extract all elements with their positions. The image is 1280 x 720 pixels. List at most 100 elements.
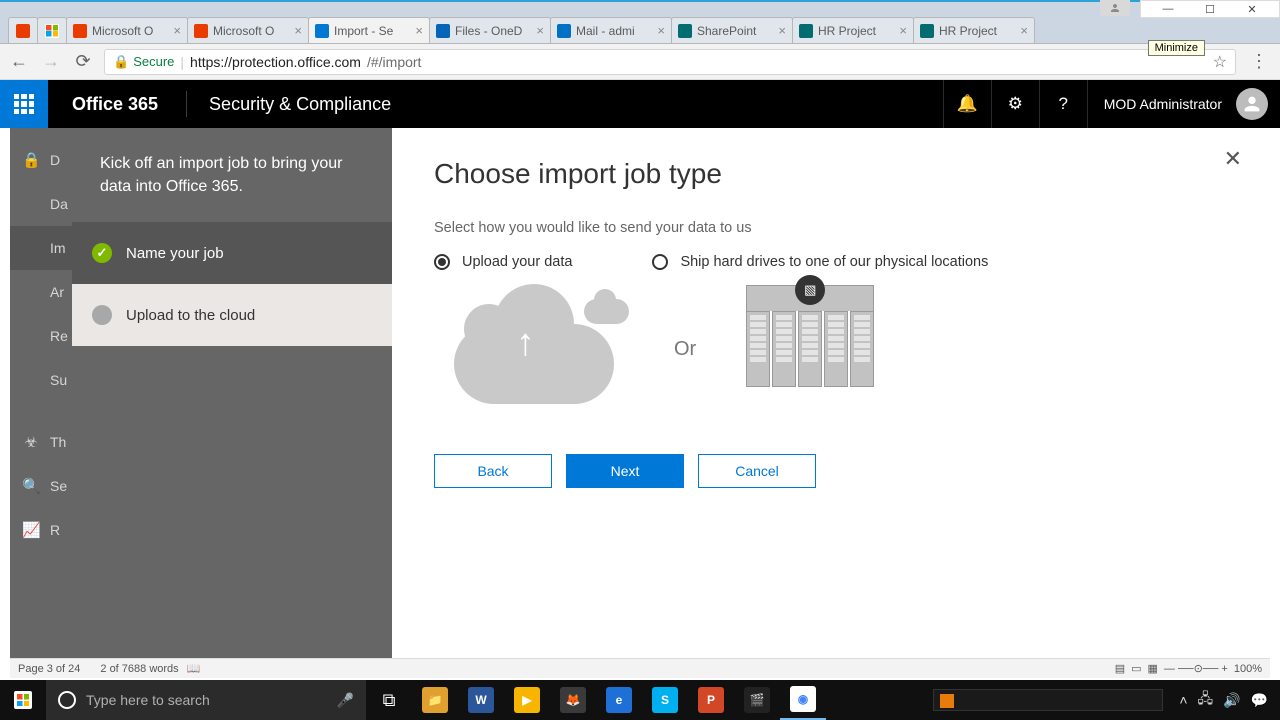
radio-upload[interactable]: Upload your data bbox=[434, 254, 572, 270]
word-count: 2 of 7688 words bbox=[100, 663, 178, 675]
browser-tab[interactable] bbox=[37, 17, 67, 43]
back-button[interactable]: ← bbox=[8, 51, 30, 72]
close-icon[interactable]: × bbox=[294, 23, 302, 38]
nav-item[interactable]: Im bbox=[10, 226, 72, 270]
wizard-intro: Kick off an import job to bring your dat… bbox=[72, 128, 392, 222]
nav-item[interactable]: ☣Th bbox=[10, 420, 72, 464]
bookmark-icon[interactable]: ☆ bbox=[1213, 52, 1227, 72]
taskbar-search[interactable]: Type here to search 🎤 bbox=[46, 680, 366, 720]
minimize-tooltip: Minimize bbox=[1148, 40, 1205, 56]
tray-chevron-icon[interactable]: ˄ bbox=[1179, 692, 1187, 708]
close-icon[interactable]: × bbox=[415, 23, 423, 38]
next-button[interactable]: Next bbox=[566, 454, 684, 488]
cloud-upload-icon: ↑ bbox=[454, 294, 624, 404]
drive-badge-icon: ▧ bbox=[795, 275, 825, 305]
taskbar: Type here to search 🎤 ⧉ 📁 W ▶ 🦊 e S P 🎬 … bbox=[0, 680, 1280, 720]
browser-tab[interactable]: Microsoft O× bbox=[66, 17, 188, 43]
address-bar[interactable]: 🔒 Secure | https://protection.office.com… bbox=[104, 49, 1236, 75]
waffle-icon bbox=[14, 94, 34, 114]
browser-tab[interactable]: Files - OneD× bbox=[429, 17, 551, 43]
view-icon[interactable]: ▤ bbox=[1115, 662, 1125, 675]
settings-icon[interactable]: ⚙ bbox=[991, 80, 1039, 128]
forward-button[interactable]: → bbox=[40, 51, 62, 72]
help-icon[interactable]: ? bbox=[1039, 80, 1087, 128]
wizard-step-name[interactable]: Name your job bbox=[72, 222, 392, 284]
nav-item[interactable]: 🔒D bbox=[10, 138, 72, 182]
close-icon[interactable]: × bbox=[899, 23, 907, 38]
browser-tab-active[interactable]: Import - Se× bbox=[308, 17, 430, 43]
left-nav: 🔒D Da Im Ar Re Su ☣Th 🔍Se 📈R bbox=[10, 128, 72, 658]
close-icon[interactable]: × bbox=[536, 23, 544, 38]
avatar[interactable] bbox=[1236, 88, 1268, 120]
taskbar-app[interactable]: 📁 bbox=[412, 680, 458, 720]
wizard-content: ✕ Choose import job type Select how you … bbox=[392, 128, 1270, 658]
mic-icon[interactable]: 🎤 bbox=[337, 692, 354, 709]
close-icon[interactable]: × bbox=[778, 23, 786, 38]
account-icon[interactable] bbox=[1100, 0, 1130, 16]
volume-icon[interactable]: 🔊 bbox=[1223, 692, 1240, 709]
taskbar-app[interactable]: ▶ bbox=[504, 680, 550, 720]
task-view-icon[interactable]: ⧉ bbox=[366, 680, 412, 720]
search-placeholder: Type here to search bbox=[86, 692, 210, 708]
radio-icon bbox=[434, 254, 450, 270]
check-icon bbox=[92, 243, 112, 263]
nav-item[interactable]: Da bbox=[10, 182, 72, 226]
notifications-icon[interactable]: 🔔 bbox=[943, 80, 991, 128]
notifications-icon[interactable]: 💬 bbox=[1251, 692, 1268, 709]
zoom-level[interactable]: 100% bbox=[1234, 663, 1262, 675]
taskbar-app[interactable]: 🎬 bbox=[734, 680, 780, 720]
brand-label[interactable]: Office 365 bbox=[48, 94, 182, 115]
datacenter-icon: ▧ bbox=[746, 311, 874, 387]
nav-item[interactable]: Su bbox=[10, 358, 72, 402]
close-icon[interactable]: × bbox=[657, 23, 665, 38]
back-button[interactable]: Back bbox=[434, 454, 552, 488]
cancel-button[interactable]: Cancel bbox=[698, 454, 816, 488]
page-title: Choose import job type bbox=[434, 158, 1228, 190]
lock-icon: 🔒 bbox=[113, 54, 129, 70]
browser-menu-icon[interactable]: ⋮ bbox=[1246, 51, 1272, 72]
radio-ship[interactable]: Ship hard drives to one of our physical … bbox=[652, 254, 988, 270]
browser-toolbar: ← → ⟳ 🔒 Secure | https://protection.offi… bbox=[0, 44, 1280, 80]
spellcheck-icon[interactable]: 📖 bbox=[187, 662, 201, 675]
nav-item[interactable]: Ar bbox=[10, 270, 72, 314]
network-icon[interactable]: 🖧 bbox=[1198, 688, 1214, 712]
reports-icon: 📈 bbox=[22, 521, 40, 539]
taskbar-app[interactable]: S bbox=[642, 680, 688, 720]
close-icon[interactable]: × bbox=[173, 23, 181, 38]
app-launcher[interactable] bbox=[0, 80, 48, 128]
browser-tab[interactable]: Mail - admi× bbox=[550, 17, 672, 43]
browser-tab[interactable]: HR Project× bbox=[792, 17, 914, 43]
tray-app-thumbnail[interactable] bbox=[933, 689, 1163, 711]
user-name[interactable]: MOD Administrator bbox=[1087, 80, 1236, 128]
nav-item[interactable]: 🔍Se bbox=[10, 464, 72, 508]
window-close[interactable]: ✕ bbox=[1237, 2, 1267, 16]
close-panel-button[interactable]: ✕ bbox=[1224, 146, 1242, 172]
taskbar-app[interactable]: P bbox=[688, 680, 734, 720]
window-maximize[interactable]: ☐ bbox=[1195, 2, 1225, 16]
taskbar-app-active[interactable]: ◉ bbox=[780, 680, 826, 720]
start-button[interactable] bbox=[0, 680, 46, 720]
window-titlebar: — ☐ ✕ bbox=[0, 0, 1280, 12]
view-icon[interactable]: ▭ bbox=[1131, 662, 1141, 675]
url-path: /#/import bbox=[367, 54, 421, 70]
word-status-bar: Page 3 of 24 2 of 7688 words 📖 ▤ ▭ ▦ — ─… bbox=[10, 658, 1270, 678]
system-tray[interactable]: ˄ 🖧 🔊 💬 bbox=[933, 688, 1280, 712]
browser-tab[interactable]: Microsoft O× bbox=[187, 17, 309, 43]
browser-tab[interactable]: SharePoint× bbox=[671, 17, 793, 43]
taskbar-app[interactable]: W bbox=[458, 680, 504, 720]
biohazard-icon: ☣ bbox=[22, 433, 40, 451]
option-illustrations: ↑ Or ▧ bbox=[454, 294, 1228, 404]
window-minimize[interactable]: — bbox=[1153, 2, 1183, 16]
close-icon[interactable]: × bbox=[1020, 23, 1028, 38]
browser-tab[interactable] bbox=[8, 17, 38, 43]
nav-item[interactable]: 📈R bbox=[10, 508, 72, 552]
taskbar-app[interactable]: e bbox=[596, 680, 642, 720]
taskbar-app[interactable]: 🦊 bbox=[550, 680, 596, 720]
view-icon[interactable]: ▦ bbox=[1148, 662, 1158, 675]
nav-item[interactable]: Re bbox=[10, 314, 72, 358]
product-label[interactable]: Security & Compliance bbox=[191, 94, 409, 115]
browser-tab[interactable]: HR Project× bbox=[913, 17, 1035, 43]
lock-icon: 🔒 bbox=[22, 151, 40, 169]
reload-button[interactable]: ⟳ bbox=[72, 51, 94, 72]
wizard-step-upload[interactable]: Upload to the cloud bbox=[72, 284, 392, 346]
